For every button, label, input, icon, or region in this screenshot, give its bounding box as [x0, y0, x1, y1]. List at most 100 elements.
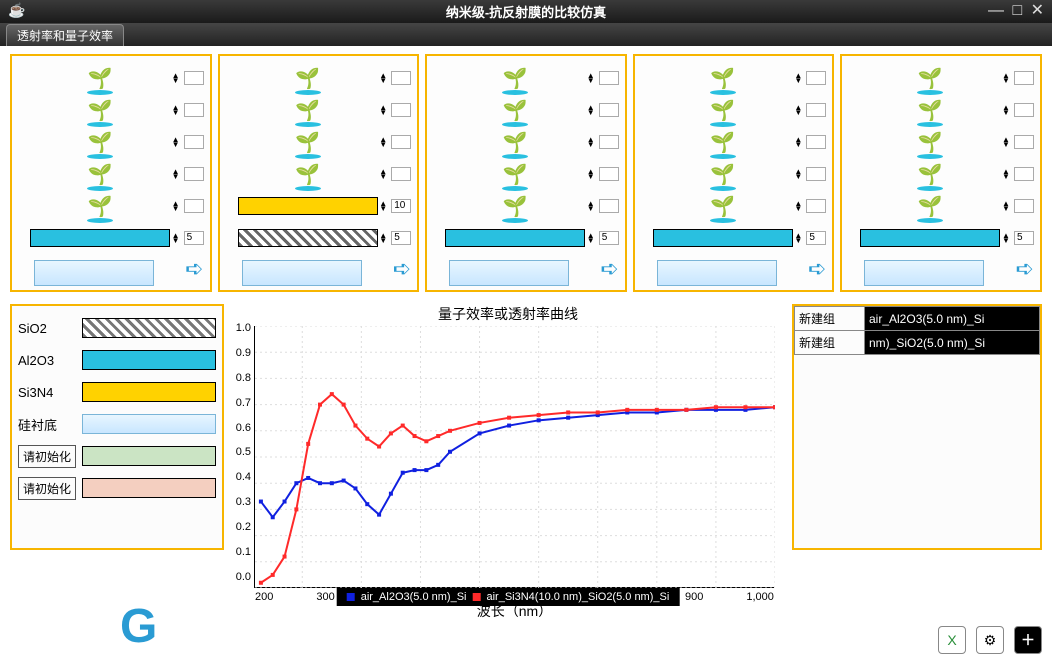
- thickness-spinner[interactable]: ▲▼: [172, 190, 208, 222]
- thickness-spinner[interactable]: ▲▼: [379, 126, 415, 158]
- thickness-value[interactable]: [391, 167, 411, 181]
- empty-layer-slot[interactable]: 🌱: [860, 158, 1000, 190]
- thickness-value[interactable]: [806, 135, 826, 149]
- thickness-value[interactable]: [1014, 167, 1034, 181]
- empty-layer-slot[interactable]: 🌱: [860, 126, 1000, 158]
- group-label-cell[interactable]: 新建组: [795, 331, 865, 355]
- thickness-spinner[interactable]: ▲▼: [1002, 126, 1038, 158]
- empty-layer-slot[interactable]: 🌱: [30, 190, 170, 222]
- thickness-spinner[interactable]: ▲▼: [794, 62, 830, 94]
- material-name[interactable]: 请初始化: [18, 445, 76, 468]
- thickness-value[interactable]: [599, 71, 619, 85]
- thickness-spinner[interactable]: ▲▼: [379, 94, 415, 126]
- run-arrow-icon[interactable]: ➪: [1016, 256, 1034, 282]
- export-excel-button[interactable]: X: [938, 626, 966, 654]
- maximize-button[interactable]: □: [1012, 2, 1024, 19]
- layer-slot[interactable]: [238, 190, 378, 222]
- empty-layer-slot[interactable]: 🌱: [445, 126, 585, 158]
- layer-slot[interactable]: [653, 222, 793, 254]
- empty-layer-slot[interactable]: 🌱: [653, 62, 793, 94]
- minimize-button[interactable]: —: [988, 2, 1006, 19]
- empty-layer-slot[interactable]: 🌱: [30, 158, 170, 190]
- thickness-spinner[interactable]: ▲▼: [587, 62, 623, 94]
- empty-layer-slot[interactable]: 🌱: [30, 126, 170, 158]
- thickness-spinner[interactable]: ▲▼: [794, 190, 830, 222]
- material-swatch[interactable]: [82, 318, 216, 338]
- thickness-value[interactable]: [391, 71, 411, 85]
- thickness-spinner[interactable]: ▲▼5: [379, 222, 415, 254]
- run-arrow-icon[interactable]: ➪: [808, 256, 826, 282]
- thickness-spinner[interactable]: ▲▼: [587, 94, 623, 126]
- empty-layer-slot[interactable]: 🌱: [30, 62, 170, 94]
- thickness-value[interactable]: [806, 103, 826, 117]
- thickness-spinner[interactable]: ▲▼: [794, 94, 830, 126]
- thickness-value[interactable]: [1014, 199, 1034, 213]
- thickness-value[interactable]: [184, 135, 204, 149]
- thickness-spinner[interactable]: ▲▼: [1002, 94, 1038, 126]
- thickness-spinner[interactable]: ▲▼: [587, 126, 623, 158]
- layer-slot[interactable]: [860, 222, 1000, 254]
- material-swatch[interactable]: [82, 382, 216, 402]
- thickness-spinner[interactable]: ▲▼: [1002, 62, 1038, 94]
- tool-button[interactable]: ⚙: [976, 626, 1004, 654]
- thickness-value[interactable]: [1014, 71, 1034, 85]
- thickness-value[interactable]: 5: [599, 231, 619, 245]
- thickness-spinner[interactable]: ▲▼: [794, 126, 830, 158]
- empty-layer-slot[interactable]: 🌱: [445, 190, 585, 222]
- material-swatch[interactable]: [82, 478, 216, 498]
- close-button[interactable]: ✕: [1031, 2, 1046, 19]
- thickness-value[interactable]: [599, 199, 619, 213]
- add-button[interactable]: ＋: [1014, 626, 1042, 654]
- layer-slot[interactable]: [30, 222, 170, 254]
- thickness-spinner[interactable]: ▲▼5: [172, 222, 208, 254]
- empty-layer-slot[interactable]: 🌱: [653, 158, 793, 190]
- material-swatch[interactable]: [82, 446, 216, 466]
- thickness-value[interactable]: [599, 135, 619, 149]
- thickness-value[interactable]: [184, 103, 204, 117]
- thickness-value[interactable]: 5: [184, 231, 204, 245]
- material-swatch[interactable]: [82, 414, 216, 434]
- empty-layer-slot[interactable]: 🌱: [238, 126, 378, 158]
- thickness-value[interactable]: [391, 135, 411, 149]
- thickness-value[interactable]: [806, 71, 826, 85]
- thickness-value[interactable]: 5: [1014, 231, 1034, 245]
- layer-slot[interactable]: [238, 222, 378, 254]
- empty-layer-slot[interactable]: 🌱: [445, 94, 585, 126]
- tab-transmission-qe[interactable]: 透射率和量子效率: [6, 24, 124, 46]
- group-config-cell[interactable]: air_Al2O3(5.0 nm)_Si: [865, 307, 1040, 331]
- thickness-spinner[interactable]: ▲▼5: [587, 222, 623, 254]
- empty-layer-slot[interactable]: 🌱: [860, 62, 1000, 94]
- thickness-spinner[interactable]: ▲▼: [172, 94, 208, 126]
- thickness-value[interactable]: [806, 167, 826, 181]
- empty-layer-slot[interactable]: 🌱: [653, 94, 793, 126]
- empty-layer-slot[interactable]: 🌱: [445, 62, 585, 94]
- empty-layer-slot[interactable]: 🌱: [30, 94, 170, 126]
- thickness-value[interactable]: 10: [391, 199, 411, 213]
- thickness-spinner[interactable]: ▲▼: [587, 190, 623, 222]
- thickness-spinner[interactable]: ▲▼10: [379, 190, 415, 222]
- thickness-value[interactable]: [1014, 135, 1034, 149]
- empty-layer-slot[interactable]: 🌱: [238, 62, 378, 94]
- thickness-value[interactable]: 5: [391, 231, 411, 245]
- empty-layer-slot[interactable]: 🌱: [238, 158, 378, 190]
- run-arrow-icon[interactable]: ➪: [185, 256, 203, 282]
- thickness-spinner[interactable]: ▲▼: [172, 126, 208, 158]
- thickness-value[interactable]: [184, 71, 204, 85]
- thickness-spinner[interactable]: ▲▼5: [1002, 222, 1038, 254]
- table-row[interactable]: 新建组air_Al2O3(5.0 nm)_Si: [795, 307, 1040, 331]
- thickness-spinner[interactable]: ▲▼: [1002, 158, 1038, 190]
- material-name[interactable]: 请初始化: [18, 477, 76, 500]
- empty-layer-slot[interactable]: 🌱: [445, 158, 585, 190]
- thickness-spinner[interactable]: ▲▼: [379, 62, 415, 94]
- empty-layer-slot[interactable]: 🌱: [860, 190, 1000, 222]
- thickness-value[interactable]: [391, 103, 411, 117]
- empty-layer-slot[interactable]: 🌱: [238, 94, 378, 126]
- thickness-value[interactable]: [806, 199, 826, 213]
- thickness-spinner[interactable]: ▲▼: [172, 158, 208, 190]
- thickness-spinner[interactable]: ▲▼: [1002, 190, 1038, 222]
- empty-layer-slot[interactable]: 🌱: [653, 126, 793, 158]
- thickness-spinner[interactable]: ▲▼: [794, 158, 830, 190]
- thickness-value[interactable]: [599, 103, 619, 117]
- empty-layer-slot[interactable]: 🌱: [860, 94, 1000, 126]
- thickness-value[interactable]: [1014, 103, 1034, 117]
